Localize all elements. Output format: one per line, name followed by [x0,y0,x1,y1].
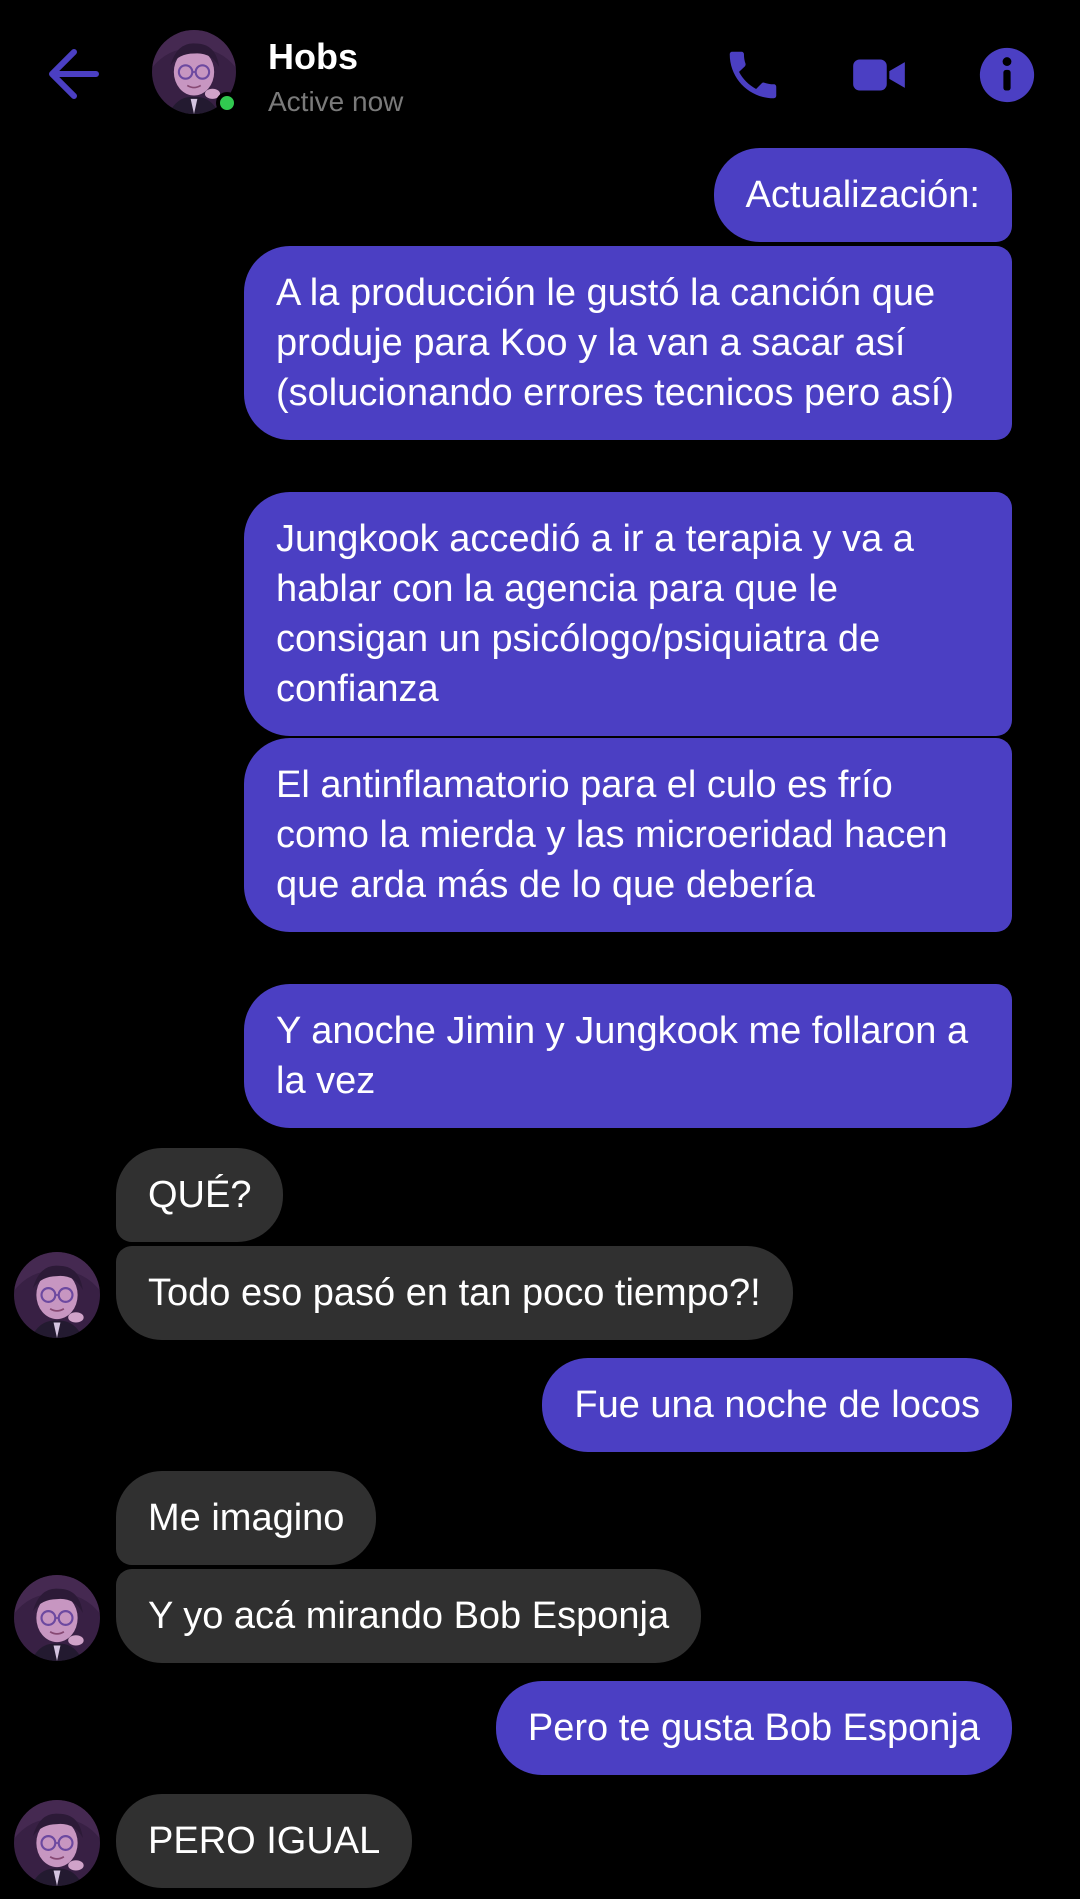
chat-header: Hobs Active now [0,0,1080,145]
received-message[interactable]: QUÉ? [116,1148,284,1242]
audio-call-button[interactable] [722,44,784,106]
phone-icon [729,51,777,99]
avatar-image [14,1252,100,1338]
sent-message[interactable]: Pero te gusta Bob Esponja [495,1681,1012,1775]
sent-message[interactable]: A la producción le gustó la canción que … [244,246,1012,440]
video-call-button[interactable] [848,44,910,106]
active-status: Active now [268,86,404,117]
avatar-image [14,1575,100,1661]
contact-avatar[interactable] [152,30,238,114]
received-message[interactable]: Todo eso pasó en tan poco tiempo?! [116,1246,793,1340]
video-camera-icon [853,59,905,91]
sent-message[interactable]: Y anoche Jimin y Jungkook me follaron a … [244,984,1012,1128]
sender-avatar[interactable] [14,1575,100,1661]
avatar-image [14,1800,100,1886]
online-status-dot [216,92,238,114]
arrow-left-icon [49,49,99,99]
conversation-info-button[interactable] [976,44,1038,106]
received-message[interactable]: Y yo acá mirando Bob Esponja [116,1569,702,1663]
received-message[interactable]: PERO IGUAL [116,1794,413,1888]
received-message[interactable]: Me imagino [116,1471,377,1565]
sender-avatar[interactable] [14,1800,100,1886]
info-icon [979,47,1035,103]
contact-name[interactable]: Hobs [268,36,358,78]
sender-avatar[interactable] [14,1252,100,1338]
sent-message[interactable]: Fue una noche de locos [542,1358,1012,1452]
back-button[interactable] [44,44,108,104]
sent-message[interactable]: Actualización: [713,148,1012,242]
sent-message[interactable]: Jungkook accedió a ir a terapia y va a h… [244,492,1012,736]
sent-message[interactable]: El antinflamatorio para el culo es frío … [244,738,1012,932]
